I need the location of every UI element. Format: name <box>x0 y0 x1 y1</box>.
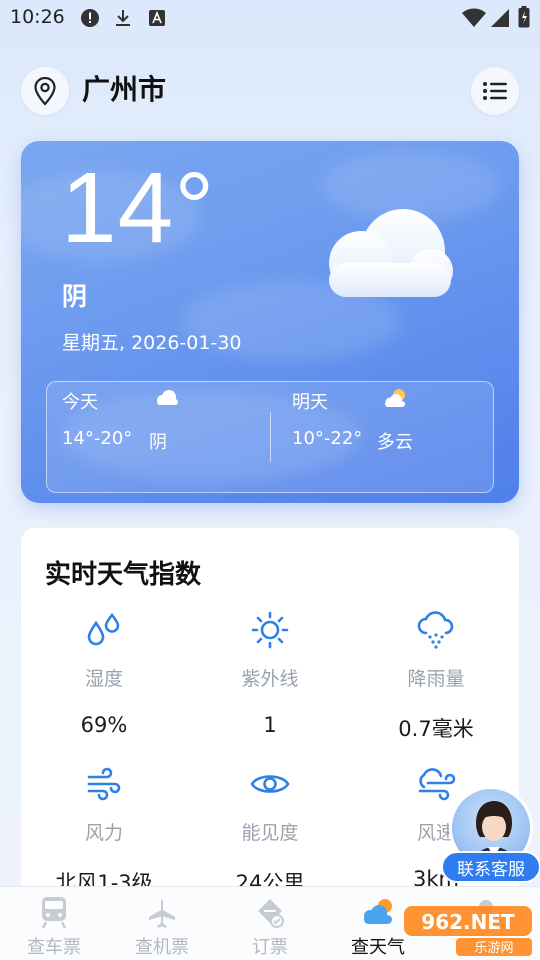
nav-flight-tickets[interactable]: 查机票 <box>108 887 216 960</box>
cloud-icon <box>154 388 180 412</box>
signal-icon <box>490 8 510 32</box>
nav-train-tickets[interactable]: 查车票 <box>0 887 108 960</box>
uv-item: 紫外线 1 <box>187 610 353 737</box>
rainfall-value: 0.7毫米 <box>398 717 474 741</box>
wind-icon <box>21 764 187 804</box>
index-card-title: 实时天气指数 <box>45 560 202 590</box>
humidity-label: 湿度 <box>84 668 123 690</box>
current-temperature: 14° <box>61 152 216 264</box>
uv-label: 紫外线 <box>241 668 299 690</box>
cloud-icon <box>315 201 455 301</box>
visibility-item: 能见度 24公里 <box>187 764 353 897</box>
keyboard-a-icon <box>148 8 166 32</box>
status-time: 10:26 <box>10 6 65 28</box>
forecast-divider <box>270 412 271 462</box>
forecast-range-today: 14°-20° <box>62 428 133 449</box>
rain-icon <box>353 610 519 650</box>
humidity-item: 湿度 69% <box>21 610 187 737</box>
forecast-condition-tomorrow: 多云 <box>377 432 413 453</box>
nav-label: 查车票 <box>27 937 81 958</box>
watermark-brand: 962.NET <box>421 910 515 934</box>
menu-button[interactable] <box>471 67 519 115</box>
ticket-icon <box>216 887 324 929</box>
forecast-range-tomorrow: 10°-22° <box>292 428 363 449</box>
partly-cloudy-icon <box>382 388 408 414</box>
forecast-day-today: 今天 <box>62 392 98 413</box>
forecast-day-tomorrow: 明天 <box>292 392 328 413</box>
site-watermark-logo: 962.NET 乐游网 <box>400 898 540 958</box>
eye-icon <box>187 764 353 804</box>
humidity-icon <box>21 610 187 650</box>
download-icon <box>114 8 132 32</box>
forecast-condition-today: 阴 <box>149 432 167 453</box>
nav-label: 订票 <box>252 937 288 958</box>
rainfall-item: 降雨量 0.7毫米 <box>353 610 519 743</box>
city-name[interactable]: 广州市 <box>82 68 166 108</box>
current-weather-card: 14° 阴 星期五, 2026-01-30 今天 14°-20° 阴 明天 10… <box>21 141 519 503</box>
status-bar: 10:26 <box>0 0 540 36</box>
nav-booking[interactable]: 订票 <box>216 887 324 960</box>
battery-icon <box>518 6 530 32</box>
train-icon <box>0 887 108 929</box>
current-date: 星期五, 2026-01-30 <box>62 332 242 354</box>
nav-label: 查机票 <box>135 937 189 958</box>
sun-icon <box>187 610 353 650</box>
location-pin-icon <box>34 76 56 106</box>
wind-force-item: 风力 北风1-3级 <box>21 764 187 897</box>
alert-icon <box>80 8 100 32</box>
wind-force-label: 风力 <box>84 822 123 844</box>
current-condition: 阴 <box>62 282 88 311</box>
wifi-icon <box>462 8 486 32</box>
rainfall-label: 降雨量 <box>407 668 465 690</box>
location-button[interactable] <box>21 67 69 115</box>
humidity-value: 69% <box>80 713 128 737</box>
uv-value: 1 <box>263 713 277 737</box>
list-menu-icon <box>483 82 507 100</box>
watermark-sub: 乐游网 <box>474 941 513 956</box>
customer-service-label: 联系客服 <box>441 851 540 883</box>
customer-service-button[interactable]: 联系客服 <box>441 786 540 886</box>
plane-icon <box>108 887 216 929</box>
visibility-label: 能见度 <box>241 822 299 844</box>
forecast-panel: 今天 14°-20° 阴 明天 10°-22° 多云 <box>46 381 494 493</box>
